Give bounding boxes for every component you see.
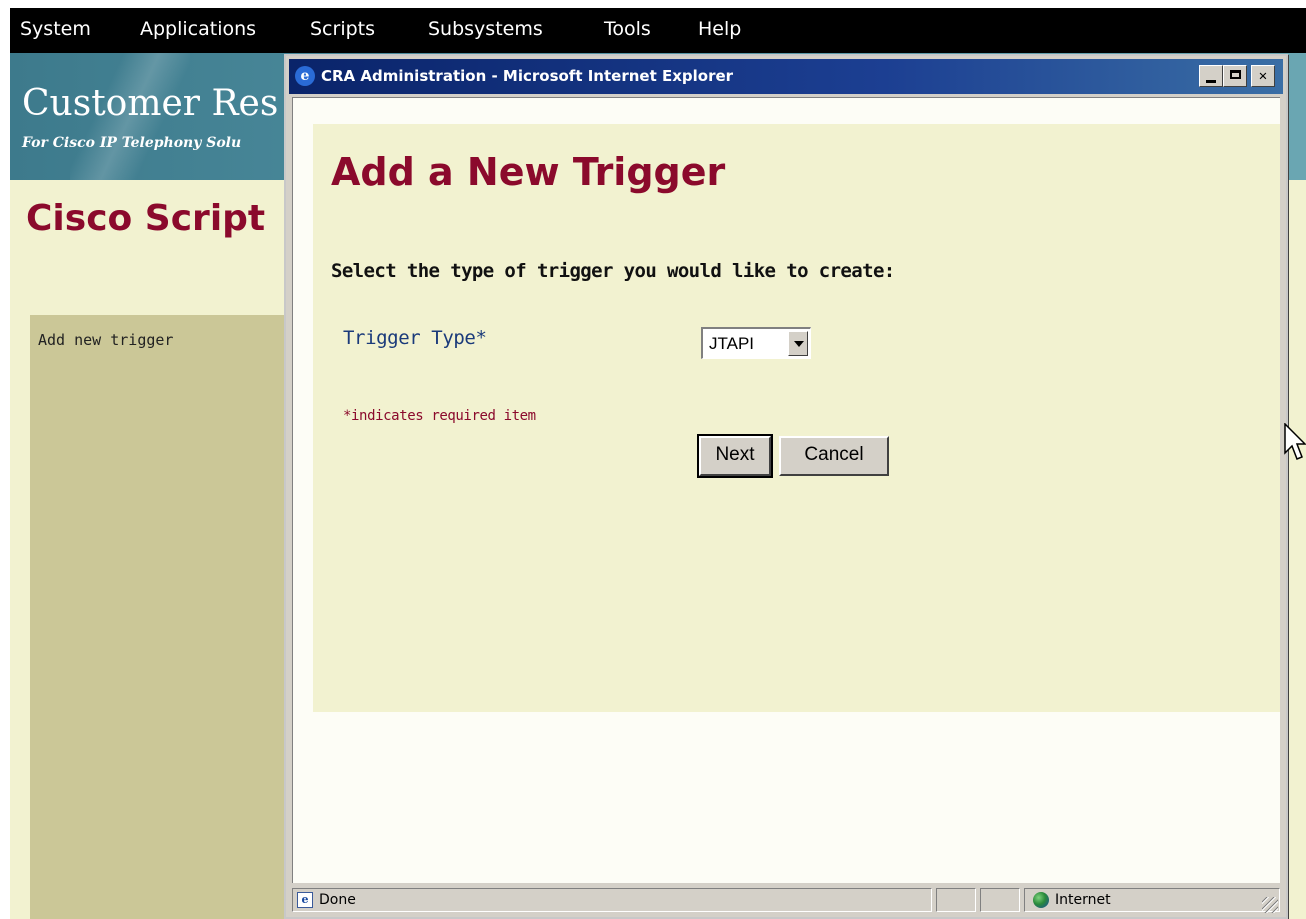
dropdown-arrow-button[interactable] — [788, 331, 808, 356]
add-trigger-form-panel: Add a New Trigger Select the type of tri… — [313, 124, 1280, 712]
top-menu-bar: System Applications Scripts Subsystems T… — [10, 8, 1306, 53]
browser-content-area: Add a New Trigger Select the type of tri… — [292, 97, 1280, 883]
maximize-icon — [1229, 70, 1241, 79]
menu-applications[interactable]: Applications — [140, 18, 256, 40]
status-pane — [936, 888, 976, 912]
menu-system[interactable]: System — [20, 18, 91, 40]
ie-page-icon: e — [297, 892, 313, 908]
trigger-type-select[interactable]: JTAPI — [701, 327, 811, 359]
resize-grip[interactable] — [1262, 897, 1278, 913]
maximize-button[interactable] — [1223, 65, 1247, 87]
menu-help[interactable]: Help — [698, 18, 741, 40]
next-button[interactable]: Next — [697, 434, 773, 478]
menu-scripts[interactable]: Scripts — [310, 18, 375, 40]
globe-icon — [1033, 892, 1049, 908]
menu-subsystems[interactable]: Subsystems — [428, 18, 543, 40]
required-item-note: *indicates required item — [343, 408, 536, 424]
status-text: Done — [319, 892, 356, 908]
status-main-pane: e Done — [292, 888, 932, 912]
minimize-icon — [1206, 80, 1216, 83]
ie-popup-window: e CRA Administration - Microsoft Interne… — [284, 54, 1288, 919]
status-pane — [980, 888, 1020, 912]
mouse-pointer-icon — [1284, 423, 1306, 460]
window-title-bar[interactable]: e CRA Administration - Microsoft Interne… — [289, 59, 1283, 94]
minimize-button[interactable] — [1199, 65, 1223, 87]
background-page-heading: Cisco Script — [26, 198, 266, 239]
menu-tools[interactable]: Tools — [604, 18, 651, 40]
page-title: Add a New Trigger — [331, 150, 726, 194]
chevron-down-icon — [794, 341, 804, 347]
ie-page-icon: e — [295, 66, 315, 86]
security-zone-text: Internet — [1055, 892, 1111, 908]
close-icon: ✕ — [1258, 68, 1268, 84]
form-instruction: Select the type of trigger you would lik… — [331, 260, 895, 282]
trigger-type-label: Trigger Type* — [343, 327, 487, 349]
side-panel-add-new-trigger[interactable]: Add new trigger — [38, 331, 173, 349]
security-zone-pane: Internet — [1024, 888, 1280, 912]
status-bar: e Done Internet — [292, 885, 1280, 915]
cancel-button[interactable]: Cancel — [779, 436, 889, 476]
close-button[interactable]: ✕ — [1251, 65, 1275, 87]
trigger-type-selected-value: JTAPI — [709, 334, 755, 353]
window-title: CRA Administration - Microsoft Internet … — [321, 67, 734, 85]
banner-subtitle: For Cisco IP Telephony Solu — [22, 135, 242, 151]
banner-title: Customer Res — [22, 83, 279, 124]
background-side-panel: Add new trigger — [30, 315, 292, 919]
